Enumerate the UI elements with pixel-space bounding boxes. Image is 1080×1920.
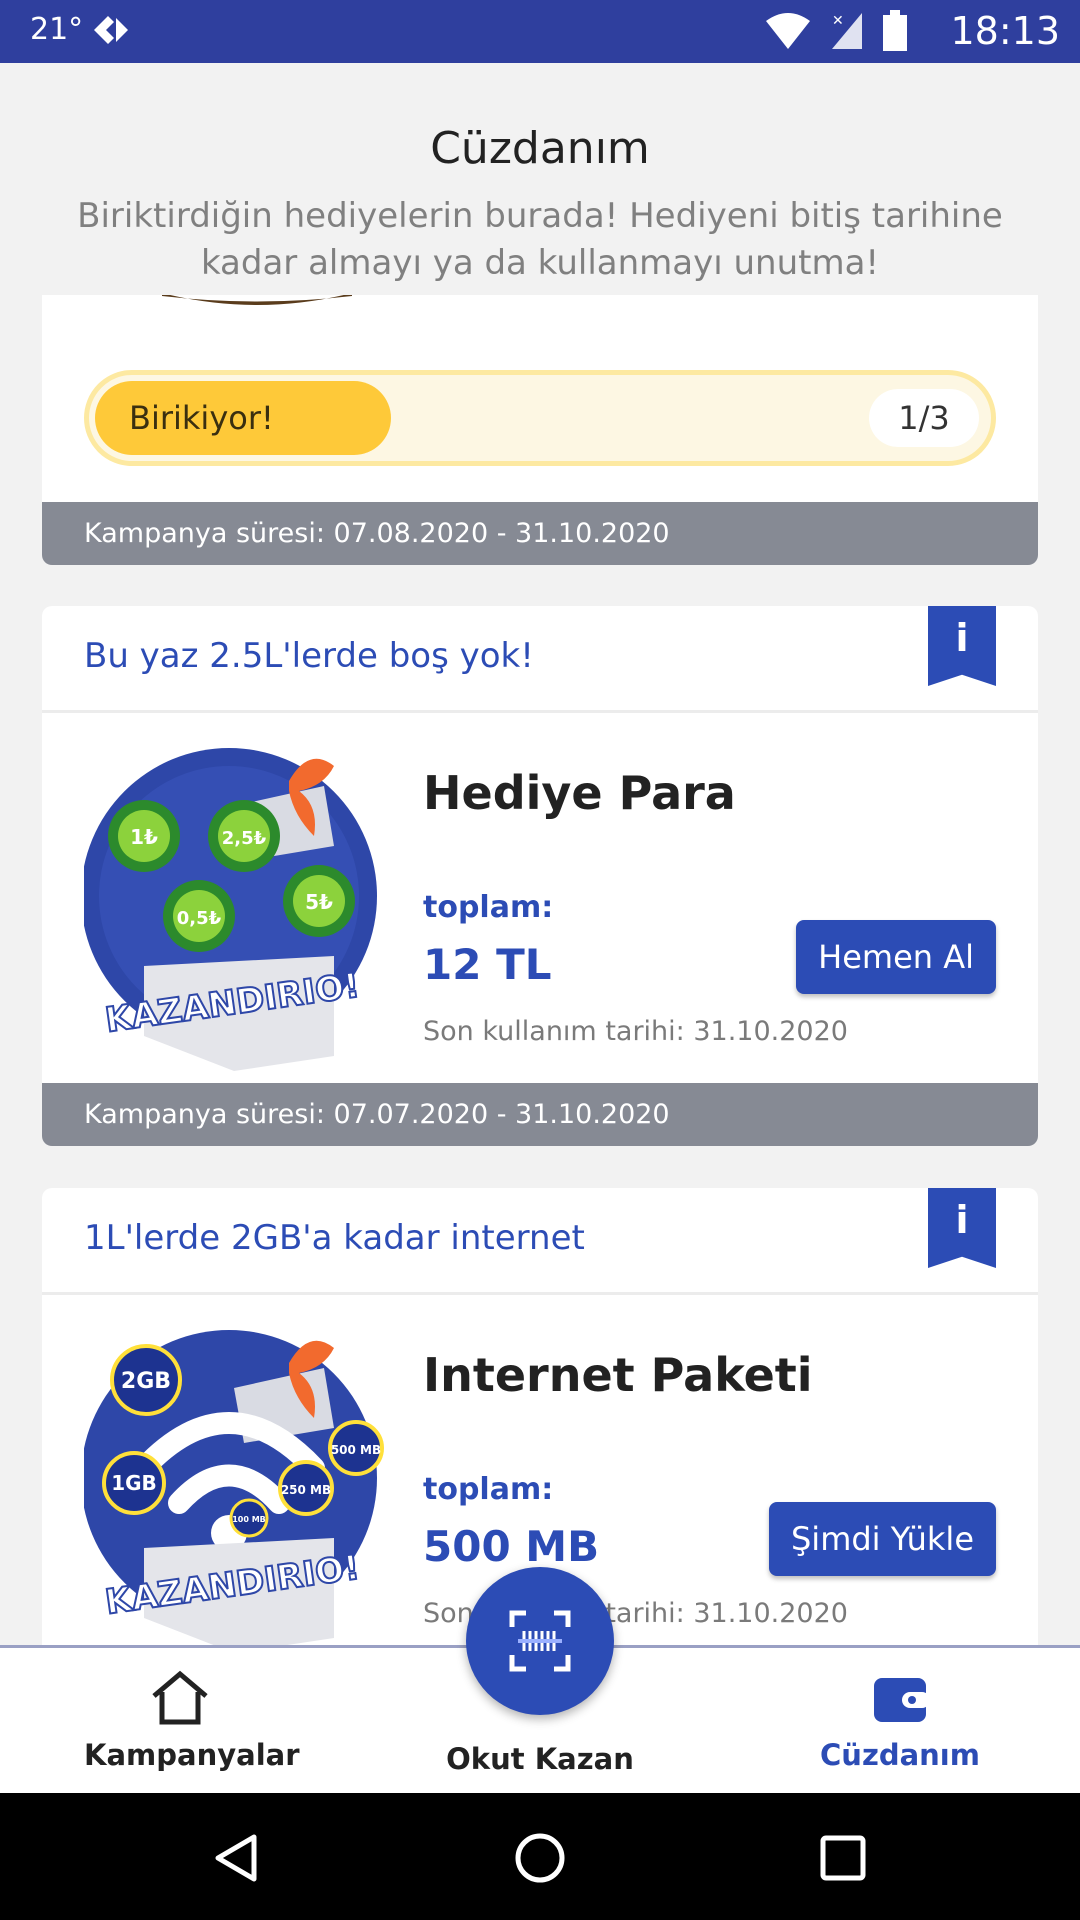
total-label: toplam: [423, 890, 554, 925]
coin-chip: 2,5₺ [208, 800, 280, 872]
nav-wallet[interactable]: Cüzdanım [820, 1668, 980, 1772]
scan-icon [509, 1610, 571, 1672]
home-icon [152, 1670, 208, 1725]
data-badge: 100 MB [229, 1498, 269, 1538]
wallet-list[interactable]: Birikiyor! 1/3 Kampanya süresi: 07.08.20… [0, 295, 1080, 1645]
home-circle-icon[interactable] [513, 1831, 567, 1885]
progress-fill: Birikiyor! [95, 381, 391, 455]
product-name: Hediye Para [423, 766, 736, 820]
data-badge: 2GB [110, 1344, 182, 1416]
card-header: Bu yaz 2.5L'lerde boş yok! i [42, 606, 1038, 713]
chip-label: 0,5₺ [177, 908, 222, 929]
svg-text:✕: ✕ [832, 13, 844, 29]
nav-label: Cüzdanım [820, 1738, 980, 1772]
total-label: toplam: [423, 1472, 554, 1507]
page-title: Cüzdanım [430, 123, 650, 174]
chip-label: 2,5₺ [222, 828, 267, 849]
chip-label: 5₺ [305, 890, 333, 914]
nav-label: Okut Kazan [446, 1742, 634, 1776]
coin-chip: 1₺ [108, 800, 180, 872]
page-header: Cüzdanım Biriktirdiğin hediyelerin burad… [0, 63, 1080, 295]
badge-label: 250 MB [281, 1483, 331, 1497]
progress-bar: Birikiyor! 1/3 [84, 370, 996, 466]
info-icon[interactable]: i [928, 606, 996, 686]
buy-now-button[interactable]: Hemen Al [796, 920, 996, 994]
gift-money-image: 1₺ 2,5₺ 0,5₺ 5₺ KAZANDIRIO! [84, 748, 377, 1071]
status-bar: 21° ✕ 18:13 [0, 0, 1080, 63]
total-value: 500 MB [423, 1522, 600, 1571]
load-now-button[interactable]: Şimdi Yükle [768, 1502, 996, 1576]
card-headline: Bu yaz 2.5L'lerde boş yok! [84, 636, 534, 676]
gift-card: Bu yaz 2.5L'lerde boş yok! i 1₺ 2,5₺ 0,5… [42, 606, 1038, 1146]
back-icon[interactable] [210, 1831, 264, 1885]
badge-label: 500 MB [331, 1443, 381, 1457]
cell-signal-icon: ✕ [832, 13, 862, 49]
card-headline: 1L'lerde 2GB'a kadar internet [84, 1218, 585, 1258]
carrefour-logo-icon [86, 10, 136, 58]
chip-label: 1₺ [130, 825, 158, 849]
product-name: Internet Paketi [423, 1348, 813, 1402]
clock: 18:13 [950, 9, 1060, 53]
progress-count: 1/3 [869, 389, 979, 447]
wifi-icon [766, 13, 810, 49]
badge-label: 2GB [121, 1369, 171, 1394]
badge-label: 1GB [111, 1471, 157, 1495]
page-subtitle: Biriktirdiğin hediyelerin burada! Hediye… [77, 196, 1003, 283]
system-navigation-bar [0, 1793, 1080, 1920]
info-icon[interactable]: i [928, 1188, 996, 1268]
wallet-icon [874, 1678, 930, 1722]
system-icons: ✕ [764, 10, 908, 52]
campaign-period: Kampanya süresi: 07.08.2020 - 31.10.2020 [42, 502, 1038, 565]
internet-package-image: 2GB 1GB 250 MB 500 MB 100 MB KAZANDIRIO! [84, 1330, 384, 1645]
data-badge: 250 MB [278, 1460, 334, 1516]
temperature: 21° [30, 12, 84, 47]
progress-card: Birikiyor! 1/3 Kampanya süresi: 07.08.20… [42, 295, 1038, 565]
scan-button[interactable] [466, 1567, 614, 1715]
product-image-partial [162, 295, 352, 305]
card-header: 1L'lerde 2GB'a kadar internet i [42, 1188, 1038, 1295]
campaign-period: Kampanya süresi: 07.07.2020 - 31.10.2020 [42, 1083, 1038, 1146]
battery-icon [883, 10, 907, 51]
coin-chip: 0,5₺ [163, 880, 235, 952]
total-value: 12 TL [423, 940, 552, 989]
data-badge: 500 MB [328, 1420, 384, 1476]
data-badge: 1GB [102, 1451, 166, 1515]
expiry-date: Son kullanım tarihi: 31.10.2020 [423, 1016, 848, 1047]
nav-scan-win[interactable]: Okut Kazan [430, 1736, 650, 1776]
recents-icon[interactable] [818, 1833, 868, 1883]
nav-label: Kampanyalar [84, 1738, 300, 1772]
nav-campaigns[interactable]: Kampanyalar [84, 1668, 300, 1772]
coin-chip: 5₺ [283, 865, 355, 937]
badge-label: 100 MB [232, 1515, 266, 1524]
